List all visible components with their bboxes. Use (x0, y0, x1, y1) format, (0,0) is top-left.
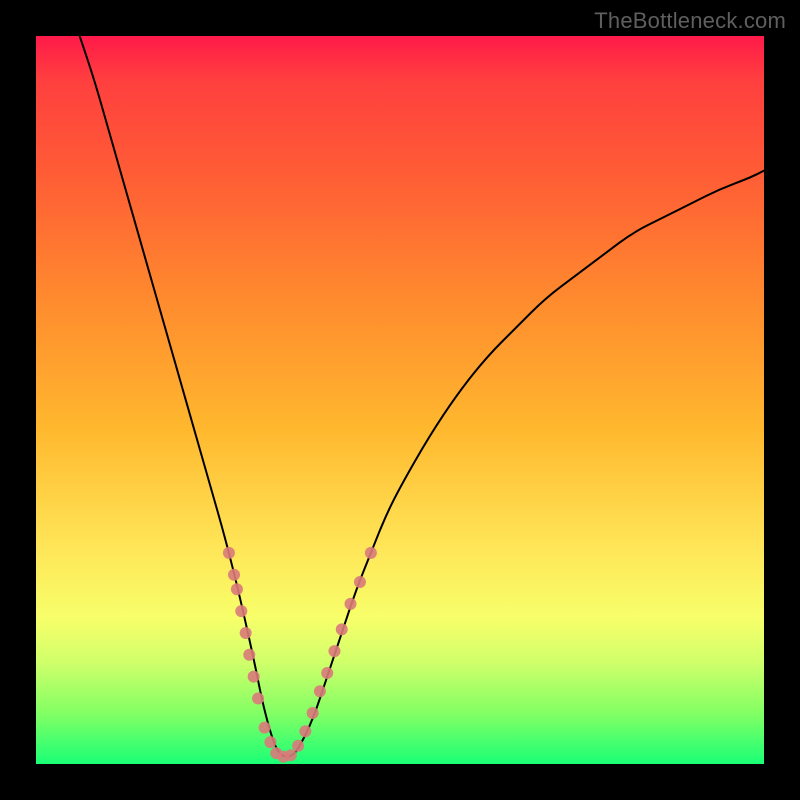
sample-dot (252, 692, 264, 704)
scatter-layer (223, 547, 377, 763)
sample-dot (336, 623, 348, 635)
watermark-text: TheBottleneck.com (594, 8, 786, 34)
sample-dot (345, 598, 357, 610)
curve-layer (80, 36, 764, 757)
sample-dot (235, 605, 247, 617)
sample-dot (259, 722, 271, 734)
sample-dot (328, 645, 340, 657)
chart-panel (36, 36, 764, 764)
sample-dot (285, 749, 297, 761)
sample-dot (354, 576, 366, 588)
sample-dot (240, 627, 252, 639)
sample-dot (314, 685, 326, 697)
sample-dot (299, 725, 311, 737)
sample-dot (248, 671, 260, 683)
bottleneck-curve-path (80, 36, 764, 757)
sample-dot (321, 667, 333, 679)
sample-dot (243, 649, 255, 661)
sample-dot (264, 736, 276, 748)
sample-dot (292, 740, 304, 752)
sample-dot (307, 707, 319, 719)
sample-dot (223, 547, 235, 559)
sample-dot (228, 569, 240, 581)
bottleneck-chart (36, 36, 764, 764)
sample-dot (231, 583, 243, 595)
sample-dot (365, 547, 377, 559)
stage: TheBottleneck.com (0, 0, 800, 800)
